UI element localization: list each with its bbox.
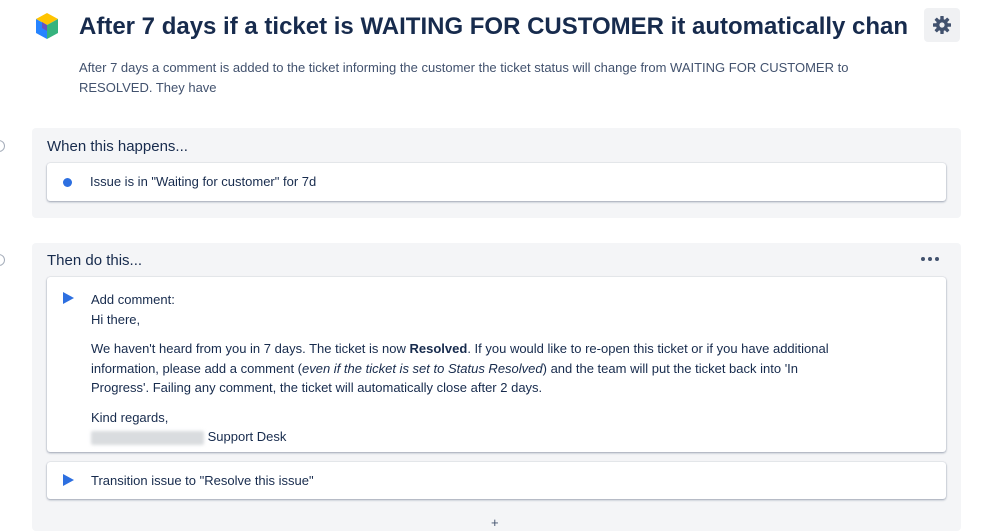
trigger-card[interactable]: Issue is in "Waiting for customer" for 7…	[47, 163, 946, 201]
redacted-name	[91, 430, 204, 445]
gear-icon	[933, 16, 951, 34]
add-comment-card[interactable]: Add comment: Hi there, We haven't heard …	[47, 277, 946, 452]
rail-node	[0, 140, 5, 152]
comment-closing: Kind regards,	[91, 409, 169, 425]
rail-node	[0, 254, 5, 266]
trigger-section: When this happens... Issue is in "Waitin…	[32, 128, 961, 218]
actions-heading: Then do this...	[47, 252, 143, 269]
transition-card[interactable]: Transition issue to "Resolve this issue"	[47, 462, 946, 499]
add-action-button[interactable]: +	[491, 515, 499, 530]
play-icon	[63, 474, 74, 486]
actions-section: Then do this... Add comment: Hi there, W…	[32, 243, 961, 531]
trigger-heading: When this happens...	[47, 138, 188, 155]
automation-logo-icon	[36, 13, 58, 39]
dot-icon	[63, 178, 72, 187]
rule-description: After 7 days a comment is added to the t…	[79, 60, 849, 95]
comment-greeting: Hi there,	[91, 311, 141, 327]
play-icon	[63, 292, 74, 304]
comment-body: We haven't heard from you in 7 days. The…	[91, 341, 829, 395]
page-title: After 7 days if a ticket is WAITING FOR …	[79, 13, 909, 40]
more-icon[interactable]	[921, 257, 939, 261]
comment-label: Add comment:	[91, 292, 175, 307]
comment-signature: Support Desk	[91, 427, 831, 447]
trigger-label: Issue is in "Waiting for customer" for 7…	[90, 174, 317, 189]
transition-label: Transition issue to "Resolve this issue"	[91, 473, 314, 488]
settings-button[interactable]	[924, 8, 960, 42]
